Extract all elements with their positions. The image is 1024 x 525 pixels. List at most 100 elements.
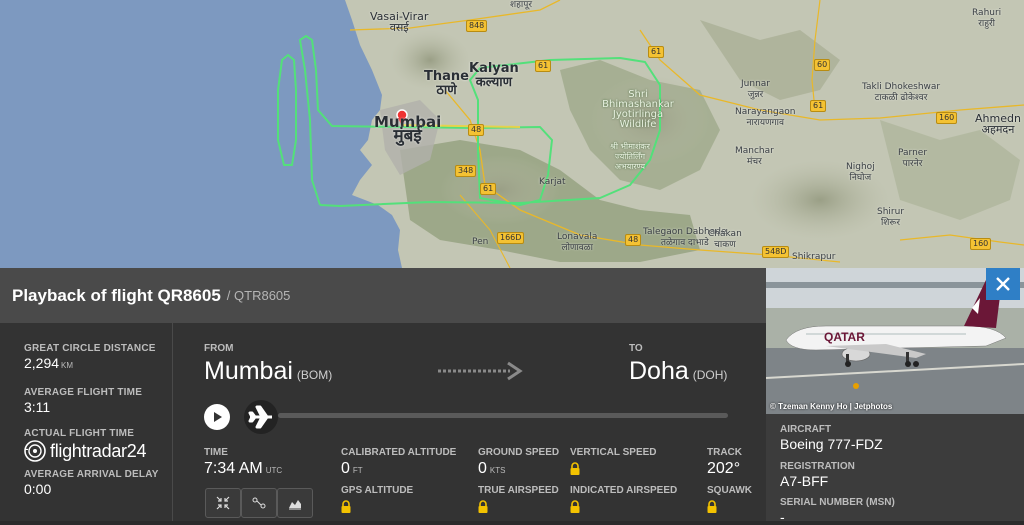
road-shield: 160 xyxy=(936,112,958,124)
gps-alt-label: GPS ALTITUDE xyxy=(341,485,414,496)
map-label-thane: Thane ठाणे xyxy=(424,69,469,98)
cal-alt-value: 0 FT xyxy=(341,460,363,477)
actual-time-label: ACTUAL FLIGHT TIME xyxy=(24,428,135,439)
map-label-junnar: Junnar जुन्नर xyxy=(741,79,770,100)
indicated-airspeed-label: INDICATED AIRSPEED xyxy=(570,485,678,496)
playback-bar xyxy=(204,400,734,434)
from-label: FROM xyxy=(204,343,234,354)
true-airspeed-label: TRUE AIRSPEED xyxy=(478,485,559,496)
serial-label: SERIAL NUMBER (MSN) xyxy=(780,497,895,508)
vertical-speed-label: VERTICAL SPEED xyxy=(570,447,657,458)
play-icon xyxy=(214,412,222,422)
map-label-ahmednagar: Ahmedn अहमदन xyxy=(975,112,1021,136)
vertical-speed-field: VERTICAL SPEED xyxy=(570,447,657,480)
chart-button[interactable] xyxy=(277,488,313,518)
road-shield: 61 xyxy=(535,60,552,72)
cal-alt-label: CALIBRATED ALTITUDE xyxy=(341,447,457,458)
flight-title: Playback of flight QR8605 xyxy=(12,285,221,305)
delay-value: 0:00 xyxy=(24,481,52,497)
avg-time-value: 3:11 xyxy=(24,399,51,415)
map-label-shirur: Shirur शिरूर xyxy=(877,207,905,228)
aircraft-value: Boeing 777-FDZ xyxy=(780,436,883,452)
true-airspeed-field: TRUE AIRSPEED xyxy=(478,485,559,518)
squawk-label: SQUAWK xyxy=(707,485,752,496)
brand-name: flightradar24 xyxy=(50,440,147,461)
close-button[interactable] xyxy=(986,268,1020,300)
playback-slider[interactable] xyxy=(278,413,728,418)
panel-header: Playback of flight QR8605 / QTR8605 xyxy=(0,268,766,323)
map-label-lonavala: Lonavala लोणावळा xyxy=(557,232,598,253)
route-arrow-icon xyxy=(438,361,523,381)
flight-stats: GREAT CIRCLE DISTANCE 2,294 KM AVERAGE FL… xyxy=(0,323,173,521)
to-label: TO xyxy=(629,343,643,354)
route-button[interactable] xyxy=(241,488,277,518)
map-label-mumbai: Mumbai मुंबई xyxy=(374,113,442,146)
flightradar24-logo[interactable]: flightradar24 xyxy=(24,440,146,462)
road-shield: 166D xyxy=(497,232,525,244)
destination[interactable]: TO Doha (DOH) xyxy=(629,343,727,386)
road-shield: 61 xyxy=(648,46,665,58)
road-shield: 48 xyxy=(468,124,485,136)
avg-time-label: AVERAGE FLIGHT TIME xyxy=(24,387,143,398)
lock-icon xyxy=(707,500,717,513)
road-shield: 160 xyxy=(970,238,992,250)
road-shield: 61 xyxy=(480,183,497,195)
registration-label: REGISTRATION xyxy=(780,461,855,472)
map-terrain xyxy=(0,0,1024,268)
map-label-karjat: Karjat xyxy=(539,177,566,187)
play-button[interactable] xyxy=(204,404,230,430)
origin-city: Mumbai (BOM) xyxy=(204,357,333,385)
squawk-field: SQUAWK xyxy=(707,485,752,518)
calibrated-altitude-field: CALIBRATED ALTITUDE 0 FT xyxy=(341,447,456,478)
distance-value: 2,294 KM xyxy=(24,355,74,371)
time-field: TIME 7:34 AM UTC xyxy=(204,447,282,478)
map-label-bhimashankar-local: श्री भीमाशंकर ज्योतिर्लिंग अभयारण्य xyxy=(610,142,650,171)
playback-slider-handle[interactable] xyxy=(244,400,278,434)
map[interactable]: Vasai-Virar वसई Thane ठाणे Kalyan कल्याण Mu… xyxy=(0,0,1024,268)
livery-text: QATAR xyxy=(824,330,865,344)
ground-speed-field: GROUND SPEED 0 KTS xyxy=(478,447,559,478)
lock-icon xyxy=(570,500,580,513)
aircraft-label: AIRCRAFT xyxy=(780,424,832,435)
map-label-pen: Pen xyxy=(472,237,489,247)
distance-label: GREAT CIRCLE DISTANCE xyxy=(24,343,156,354)
chart-icon xyxy=(289,500,301,510)
flight-callsign: / QTR8605 xyxy=(226,288,291,303)
indicated-airspeed-field: INDICATED AIRSPEED xyxy=(570,485,677,518)
destination-city: Doha (DOH) xyxy=(629,357,728,385)
track-label: TRACK xyxy=(707,447,742,458)
registration-field: REGISTRATION A7-BFF xyxy=(780,461,855,489)
map-label-rahuri: Rahuri राहुरी xyxy=(972,8,1002,29)
map-label-parner: Parner पारनेर xyxy=(898,148,928,169)
track-value: 202° xyxy=(707,460,741,477)
track-field: TRACK 202° xyxy=(707,447,742,478)
map-label-shahapur: शहापूर xyxy=(510,0,533,10)
map-label-narayangaon: Narayangaon नारायणगाव xyxy=(735,107,796,128)
photo-credit: © Tzeman Kenny Ho | Jetphotos xyxy=(770,402,893,411)
gps-altitude-field: GPS ALTITUDE xyxy=(341,485,413,518)
road-shield: 61 xyxy=(810,100,827,112)
map-label-kalyan: Kalyan कल्याण xyxy=(469,61,519,90)
radar-icon xyxy=(24,440,46,462)
map-label-manchar: Manchar मंचर xyxy=(735,146,774,167)
origin[interactable]: FROM Mumbai (BOM) xyxy=(204,343,332,386)
map-label-takli: Takli Dhokeshwar टाकळी ढोकेश्वर xyxy=(862,82,941,103)
delay-label: AVERAGE ARRIVAL DELAY xyxy=(24,469,159,480)
road-shield: 348 xyxy=(455,165,477,177)
flight-panel: Playback of flight QR8605 / QTR8605 GREA… xyxy=(0,268,766,521)
time-value: 7:34 AM UTC xyxy=(204,460,283,477)
collapse-button[interactable] xyxy=(205,488,241,518)
road-shield: 60 xyxy=(814,59,831,71)
lock-icon xyxy=(341,500,351,513)
lock-icon xyxy=(478,500,488,513)
ground-speed-value: 0 KTS xyxy=(478,460,506,477)
ground-speed-label: GROUND SPEED xyxy=(478,447,560,458)
lock-icon xyxy=(570,462,580,475)
route-icon xyxy=(252,497,266,509)
map-label-nighoj: Nighoj निघोज xyxy=(846,162,875,183)
aircraft-field: AIRCRAFT Boeing 777-FDZ xyxy=(780,424,883,452)
map-label-vasai-virar: Vasai-Virar वसई xyxy=(370,10,429,34)
time-label: TIME xyxy=(204,447,228,458)
road-shield: 48 xyxy=(625,234,642,246)
airplane-icon xyxy=(248,405,272,429)
